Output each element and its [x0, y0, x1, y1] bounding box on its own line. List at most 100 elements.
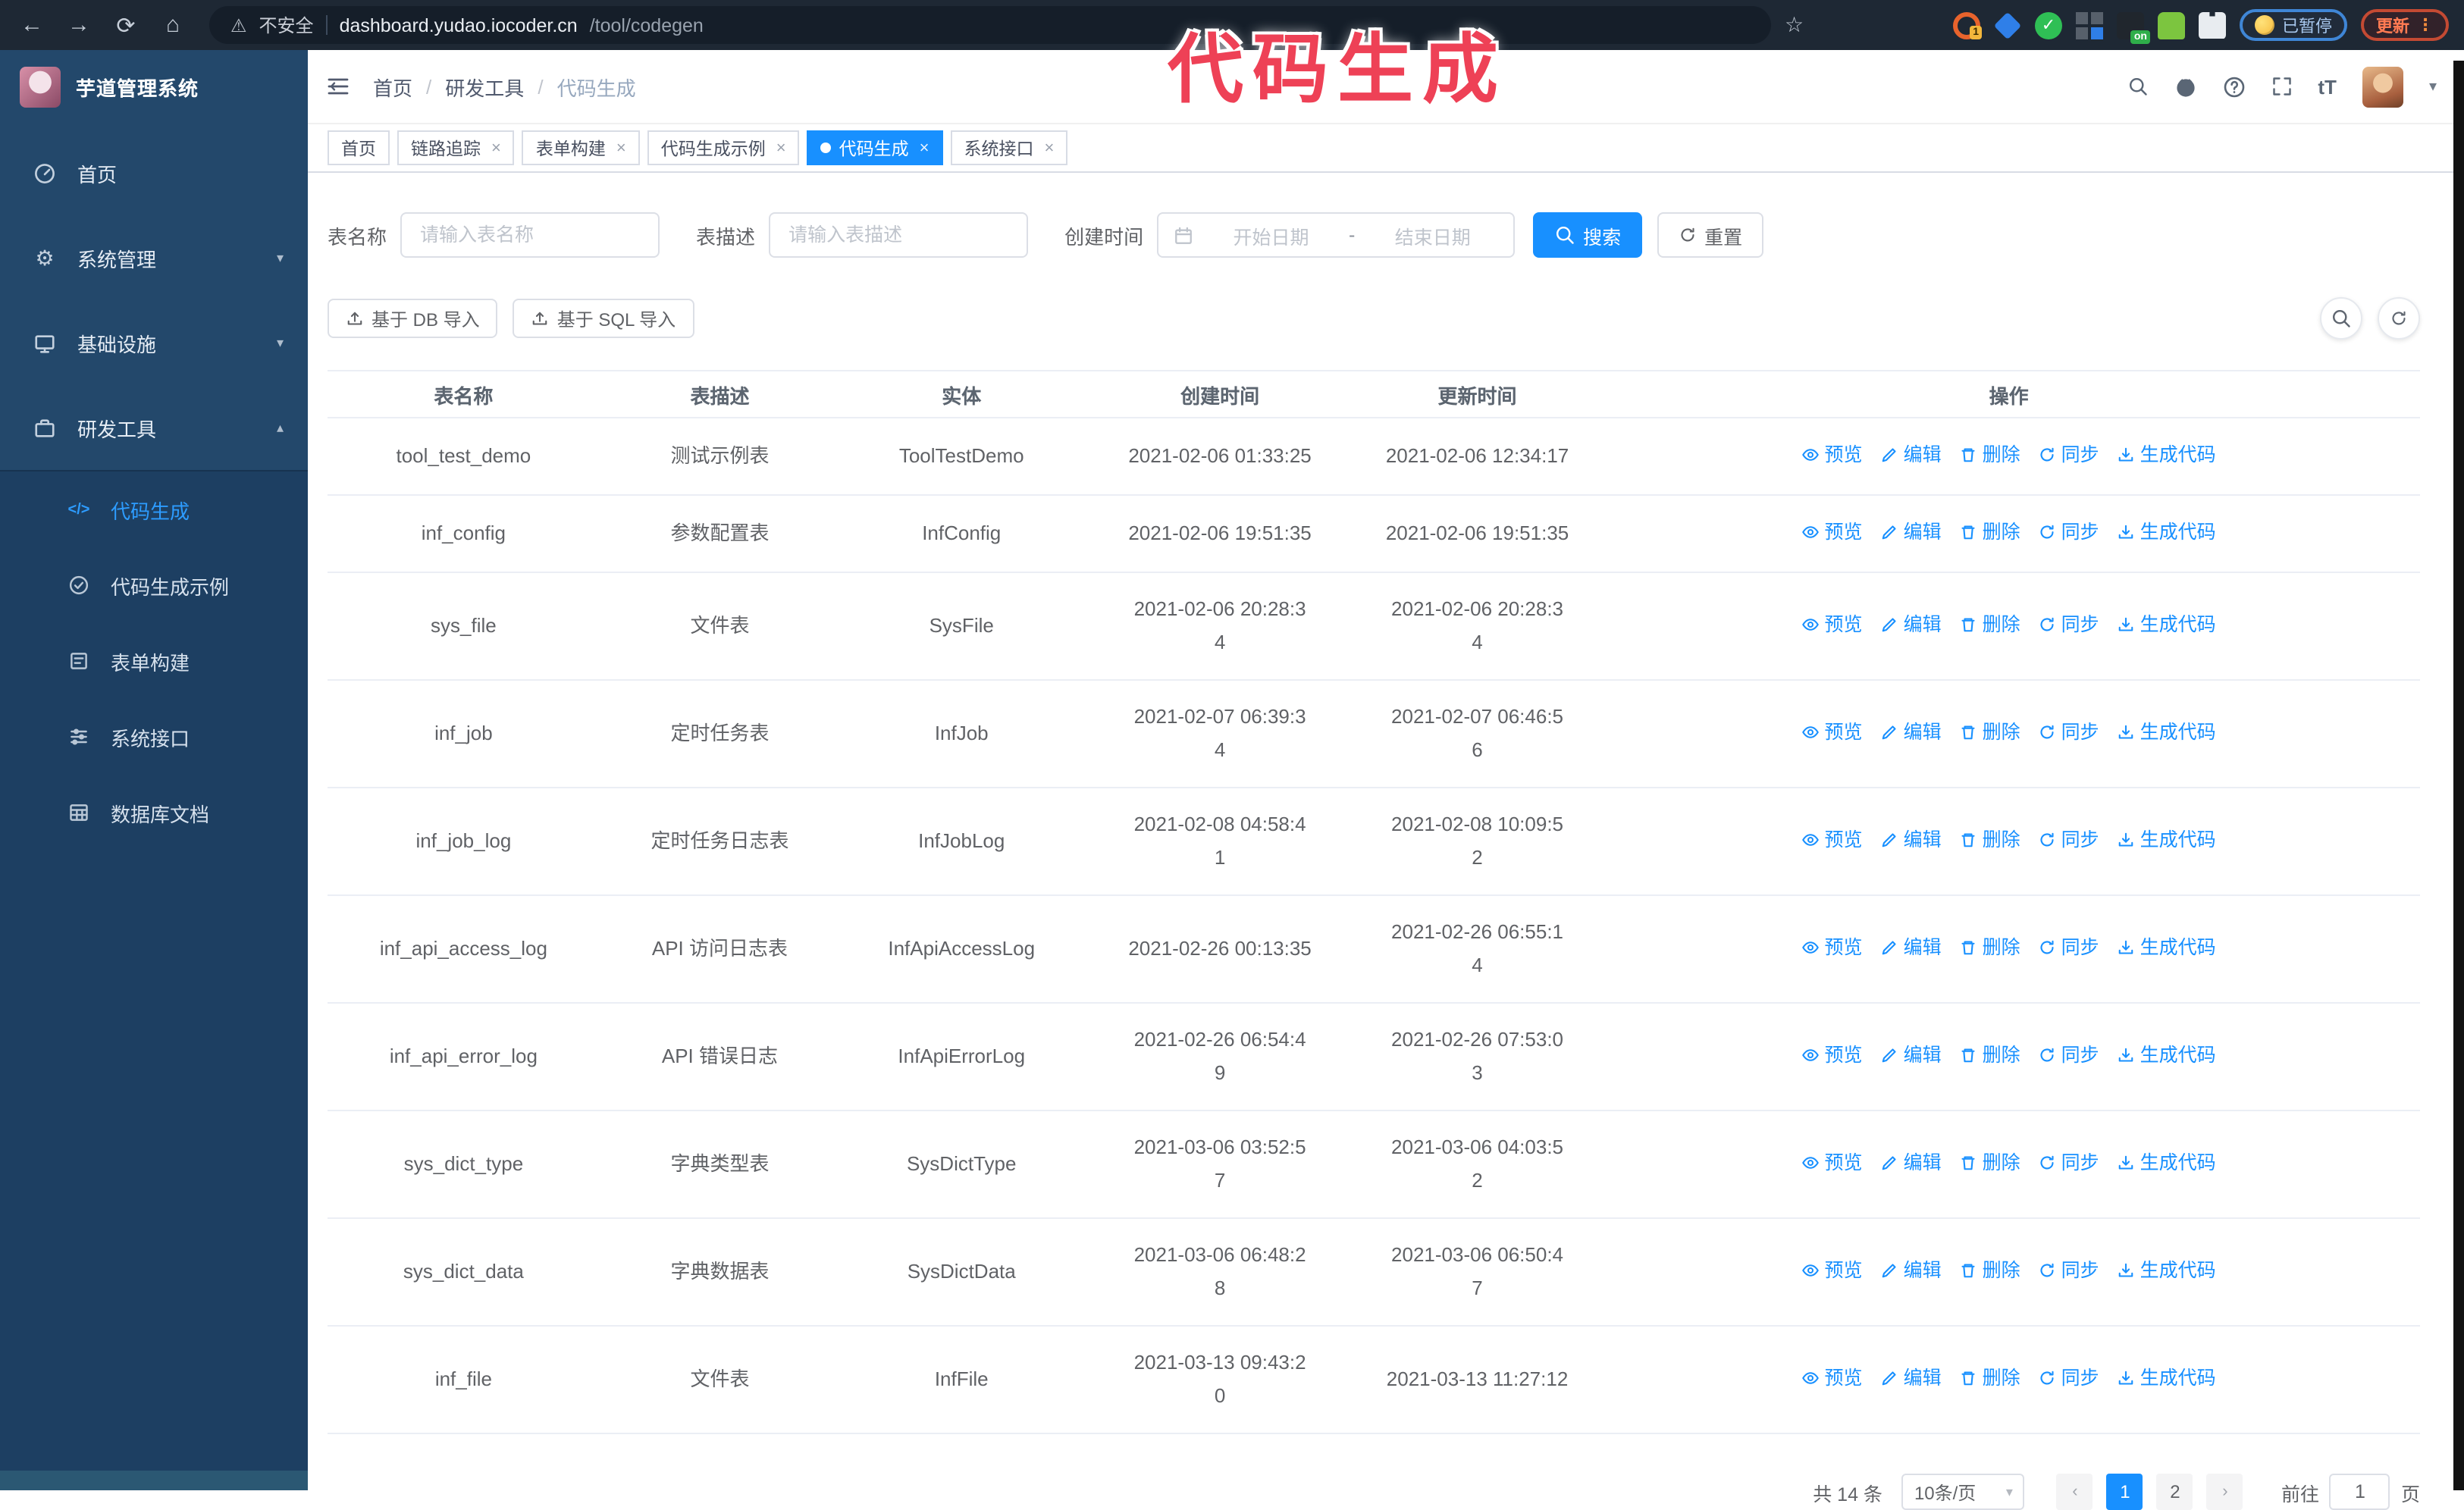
- action-删除[interactable]: 删除: [1960, 716, 2020, 749]
- github-icon[interactable]: [2174, 75, 2196, 98]
- page-button-2[interactable]: 2: [2156, 1474, 2193, 1510]
- action-删除[interactable]: 删除: [1960, 1254, 2020, 1287]
- forward-icon[interactable]: →: [62, 11, 96, 39]
- close-icon[interactable]: ×: [1045, 139, 1055, 157]
- action-预览[interactable]: 预览: [1802, 716, 1863, 749]
- action-删除[interactable]: 删除: [1960, 1146, 2020, 1179]
- logo[interactable]: 芋道管理系统: [0, 50, 308, 123]
- action-删除[interactable]: 删除: [1960, 931, 2020, 964]
- action-预览[interactable]: 预览: [1802, 1361, 1863, 1395]
- sidebar-item-基础设施[interactable]: 基础设施 ▾: [0, 300, 308, 385]
- check-extension-icon[interactable]: ✓: [2035, 11, 2062, 39]
- action-同步[interactable]: 同步: [2039, 716, 2099, 749]
- action-同步[interactable]: 同步: [2039, 823, 2099, 857]
- circle-arrows-extension-icon[interactable]: 1: [1953, 11, 1982, 39]
- close-icon[interactable]: ×: [776, 139, 786, 157]
- action-预览[interactable]: 预览: [1802, 1146, 1863, 1179]
- user-avatar[interactable]: [2362, 66, 2403, 107]
- action-删除[interactable]: 删除: [1960, 438, 2020, 471]
- fullscreen-icon[interactable]: [2271, 76, 2292, 97]
- update-button[interactable]: 更新 ⋮: [2361, 9, 2449, 41]
- toggle-search-button[interactable]: [2320, 297, 2362, 340]
- sidebar-subitem-系统接口[interactable]: 系统接口: [0, 699, 308, 775]
- action-编辑[interactable]: 编辑: [1881, 931, 1942, 964]
- action-生成代码[interactable]: 生成代码: [2118, 1254, 2216, 1287]
- search-icon[interactable]: [2127, 76, 2148, 97]
- action-编辑[interactable]: 编辑: [1881, 716, 1942, 749]
- date-range-picker[interactable]: 开始日期 - 结束日期: [1157, 212, 1516, 258]
- fontsize-icon[interactable]: tT: [2318, 75, 2337, 98]
- back-icon[interactable]: ←: [15, 11, 49, 39]
- action-删除[interactable]: 删除: [1960, 1039, 2020, 1072]
- tab-链路追踪[interactable]: 链路追踪 ×: [397, 130, 515, 165]
- puzzle-extension-icon[interactable]: [2199, 11, 2226, 39]
- action-生成代码[interactable]: 生成代码: [2118, 515, 2216, 549]
- action-预览[interactable]: 预览: [1802, 1254, 1863, 1287]
- action-同步[interactable]: 同步: [2039, 931, 2099, 964]
- action-删除[interactable]: 删除: [1960, 823, 2020, 857]
- action-生成代码[interactable]: 生成代码: [2118, 823, 2216, 857]
- reload-icon[interactable]: ⟳: [109, 11, 143, 39]
- action-生成代码[interactable]: 生成代码: [2118, 438, 2216, 471]
- action-同步[interactable]: 同步: [2039, 1146, 2099, 1179]
- tab-首页[interactable]: 首页: [328, 130, 390, 165]
- tab-表单构建[interactable]: 表单构建 ×: [522, 130, 640, 165]
- page-size-select[interactable]: 10条/页 ▾: [1901, 1474, 2025, 1510]
- action-生成代码[interactable]: 生成代码: [2118, 1361, 2216, 1395]
- tab-代码生成[interactable]: 代码生成 ×: [807, 130, 943, 165]
- robot-extension-icon[interactable]: [2158, 11, 2185, 39]
- action-同步[interactable]: 同步: [2039, 1254, 2099, 1287]
- sidebar-item-系统管理[interactable]: ⚙ 系统管理 ▾: [0, 215, 308, 300]
- action-预览[interactable]: 预览: [1802, 931, 1863, 964]
- tab-代码生成示例[interactable]: 代码生成示例 ×: [647, 130, 800, 165]
- table-desc-input[interactable]: [769, 212, 1029, 258]
- close-icon[interactable]: ×: [920, 139, 929, 157]
- browser-scrollbar[interactable]: [2453, 61, 2464, 1490]
- chevron-down-icon[interactable]: ▾: [2429, 78, 2437, 95]
- close-icon[interactable]: ×: [616, 139, 626, 157]
- action-预览[interactable]: 预览: [1802, 823, 1863, 857]
- bookmark-star-icon[interactable]: ☆: [1785, 12, 1804, 38]
- refresh-table-button[interactable]: [2378, 297, 2420, 340]
- sidebar-item-首页[interactable]: 首页: [0, 130, 308, 215]
- action-生成代码[interactable]: 生成代码: [2118, 1039, 2216, 1072]
- breadcrumb-item-研发工具[interactable]: 研发工具: [445, 72, 524, 101]
- action-编辑[interactable]: 编辑: [1881, 515, 1942, 549]
- address-bar[interactable]: ⚠ 不安全 dashboard.yudao.iocoder.cn/tool/co…: [209, 6, 1771, 44]
- sidebar-item-研发工具[interactable]: 研发工具 ▴: [0, 385, 308, 470]
- action-删除[interactable]: 删除: [1960, 1361, 2020, 1395]
- sidebar-subitem-代码生成示例[interactable]: 代码生成示例: [0, 547, 308, 623]
- sidebar-subitem-数据库文档[interactable]: 数据库文档: [0, 775, 308, 851]
- action-编辑[interactable]: 编辑: [1881, 438, 1942, 471]
- action-删除[interactable]: 删除: [1960, 608, 2020, 641]
- action-预览[interactable]: 预览: [1802, 438, 1863, 471]
- action-编辑[interactable]: 编辑: [1881, 1146, 1942, 1179]
- action-预览[interactable]: 预览: [1802, 608, 1863, 641]
- kebab-menu-icon[interactable]: ⋮: [2417, 15, 2434, 35]
- prev-page-button[interactable]: ‹: [2056, 1474, 2093, 1510]
- breadcrumb-item-首页[interactable]: 首页: [373, 72, 412, 101]
- hamburger-icon[interactable]: [326, 74, 350, 99]
- action-生成代码[interactable]: 生成代码: [2118, 1146, 2216, 1179]
- import-db-button[interactable]: 基于 DB 导入: [328, 299, 498, 338]
- sidebar-subitem-表单构建[interactable]: 表单构建: [0, 623, 308, 699]
- import-sql-button[interactable]: 基于 SQL 导入: [513, 299, 694, 338]
- action-编辑[interactable]: 编辑: [1881, 823, 1942, 857]
- action-预览[interactable]: 预览: [1802, 515, 1863, 549]
- next-page-button[interactable]: ›: [2206, 1474, 2243, 1510]
- action-同步[interactable]: 同步: [2039, 608, 2099, 641]
- action-编辑[interactable]: 编辑: [1881, 1254, 1942, 1287]
- action-生成代码[interactable]: 生成代码: [2118, 931, 2216, 964]
- action-删除[interactable]: 删除: [1960, 515, 2020, 549]
- question-icon[interactable]: [2222, 75, 2245, 98]
- sidebar-collapse-bar[interactable]: [0, 1471, 308, 1490]
- reset-button[interactable]: 重置: [1657, 212, 1764, 258]
- sidebar-subitem-代码生成[interactable]: </> 代码生成: [0, 471, 308, 547]
- goto-page-input[interactable]: [2329, 1474, 2390, 1510]
- close-icon[interactable]: ×: [491, 139, 501, 157]
- page-button-1[interactable]: 1: [2106, 1474, 2143, 1510]
- search-button[interactable]: 搜索: [1533, 212, 1643, 258]
- action-编辑[interactable]: 编辑: [1881, 1361, 1942, 1395]
- table-name-input[interactable]: [400, 212, 660, 258]
- action-同步[interactable]: 同步: [2039, 438, 2099, 471]
